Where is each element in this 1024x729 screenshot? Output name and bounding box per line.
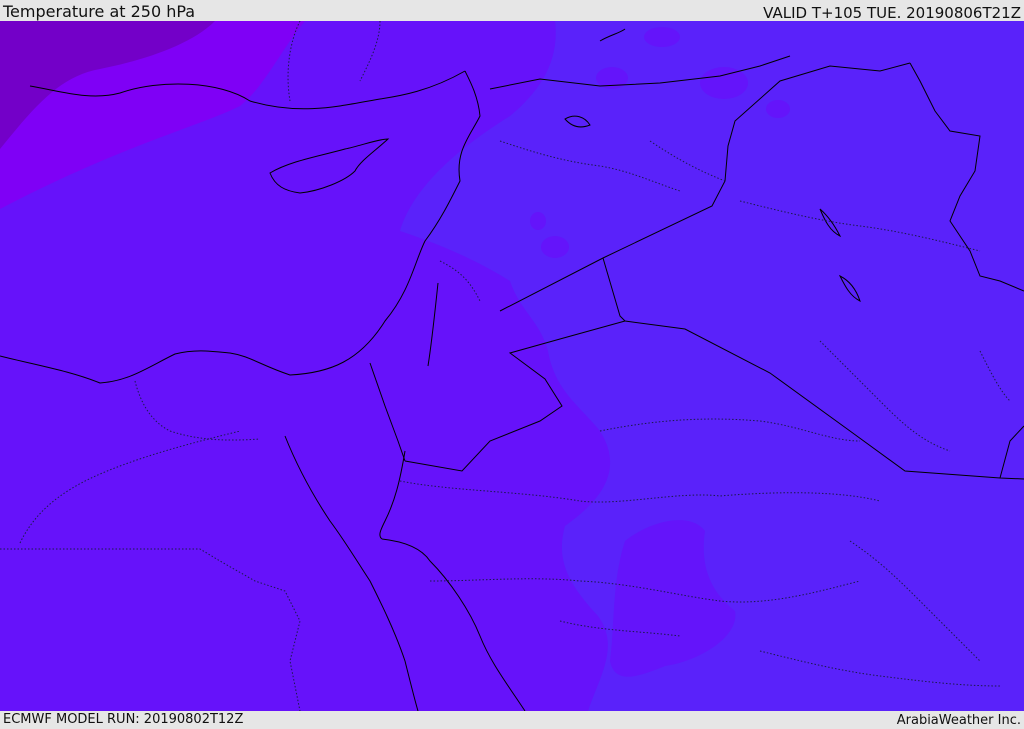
temperature-blob — [766, 100, 790, 118]
temperature-blob — [700, 67, 748, 99]
header-bar: Temperature at 250 hPa VALID T+105 TUE. … — [0, 0, 1024, 21]
map-canvas[interactable] — [0, 21, 1024, 711]
temperature-blob — [644, 27, 680, 47]
credit-label: ArabiaWeather Inc. — [896, 713, 1021, 728]
map-title: Temperature at 250 hPa — [3, 2, 196, 21]
temperature-blob — [541, 236, 569, 258]
valid-time: VALID T+105 TUE. 20190806T21Z — [763, 4, 1021, 22]
model-run-label: ECMWF MODEL RUN: 20190802T12Z — [3, 712, 244, 727]
temperature-blob — [530, 212, 546, 230]
weather-map[interactable] — [0, 21, 1024, 711]
footer-bar: ECMWF MODEL RUN: 20190802T12Z ArabiaWeat… — [0, 711, 1024, 729]
